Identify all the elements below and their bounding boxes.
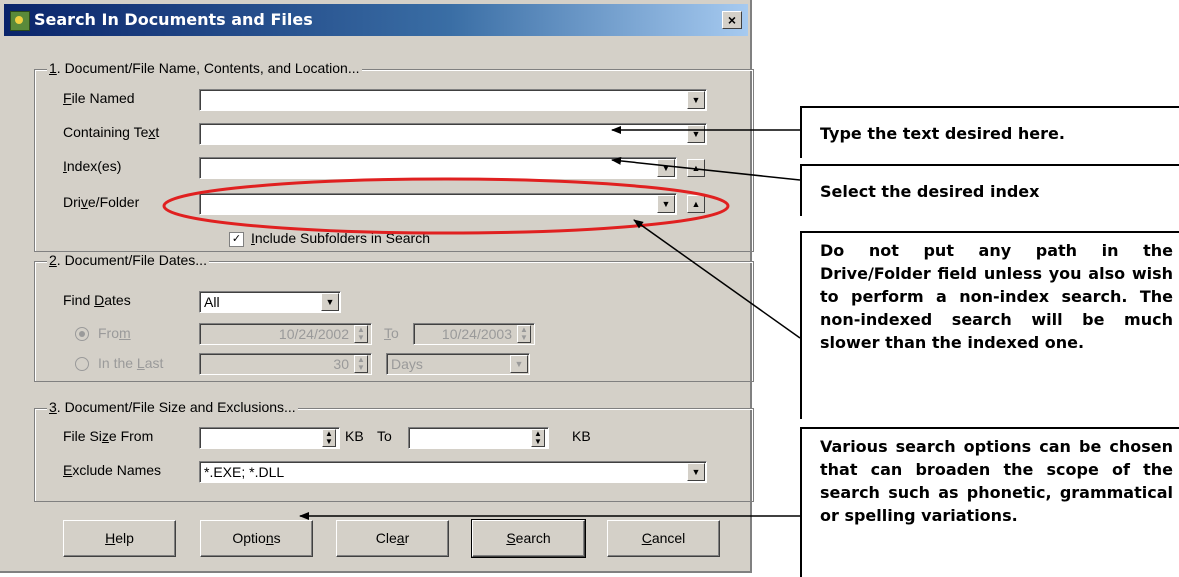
- app-icon: [10, 11, 30, 31]
- in-the-last-spinner[interactable]: ▲ ▼: [354, 355, 368, 373]
- search-button[interactable]: Search: [471, 519, 586, 558]
- in-the-last-label: In the Last: [98, 355, 164, 371]
- clear-button[interactable]: Clear: [336, 520, 449, 557]
- help-button[interactable]: Help: [63, 520, 176, 557]
- annotation-drive-folder: Do not put any path in the Drive/Folder …: [800, 231, 1179, 419]
- drive-folder-input[interactable]: [199, 193, 677, 215]
- group-1-legend: 1. Document/File Name, Contents, and Loc…: [47, 60, 362, 76]
- in-the-last-unit-dropdown-button[interactable]: ▼: [510, 355, 528, 373]
- file-size-from-spinner[interactable]: ▲ ▼: [322, 429, 336, 447]
- file-size-to-input[interactable]: [408, 427, 549, 449]
- cancel-button[interactable]: Cancel: [607, 520, 720, 557]
- search-dialog: Search In Documents and Files × 1. Docum…: [0, 0, 754, 573]
- annotation-select-index: Select the desired index: [800, 164, 1179, 216]
- containing-text-input[interactable]: [199, 123, 707, 145]
- exclude-names-label: Exclude Names: [63, 462, 162, 478]
- in-the-last-radio[interactable]: [75, 357, 89, 371]
- options-button[interactable]: Options: [200, 520, 313, 557]
- find-dates-dropdown-button[interactable]: ▼: [321, 293, 339, 311]
- containing-text-dropdown-button[interactable]: ▼: [687, 125, 705, 143]
- include-subfolders-label: Include Subfolders in Search: [251, 230, 430, 246]
- group-size-exclusions: 3. Document/File Size and Exclusions...: [34, 399, 754, 502]
- file-size-label: File Size From: [63, 428, 154, 444]
- find-dates-select[interactable]: All: [199, 291, 341, 313]
- file-size-to-spinner[interactable]: ▲ ▼: [531, 429, 545, 447]
- kb-unit-label-1: KB: [345, 428, 364, 444]
- file-named-label: File Named: [63, 90, 135, 106]
- from-date-spinner[interactable]: ▲ ▼: [354, 325, 368, 343]
- exclude-names-dropdown-button[interactable]: ▼: [687, 463, 705, 481]
- indexes-input[interactable]: [199, 157, 677, 179]
- containing-text-label: Containing Text: [63, 124, 160, 140]
- file-named-dropdown-button[interactable]: ▼: [687, 91, 705, 109]
- file-size-from-input[interactable]: [199, 427, 340, 449]
- drive-folder-browse-button[interactable]: ▲: [687, 195, 705, 213]
- annotation-options: Various search options can be chosen tha…: [800, 427, 1179, 577]
- drive-folder-label: Drive/Folder: [63, 194, 140, 210]
- from-date-input[interactable]: 10/24/2002: [199, 323, 372, 345]
- from-label: From: [98, 325, 131, 341]
- drive-folder-dropdown-button[interactable]: ▼: [657, 195, 675, 213]
- annotation-type-text: Type the text desired here.: [800, 106, 1179, 158]
- from-radio[interactable]: [75, 327, 89, 341]
- file-size-to-label: To: [377, 428, 392, 444]
- kb-unit-label-2: KB: [572, 428, 591, 444]
- to-date-spinner[interactable]: ▲ ▼: [517, 325, 531, 343]
- close-button[interactable]: ×: [722, 11, 742, 29]
- group-3-legend: 3. Document/File Size and Exclusions...: [47, 399, 298, 415]
- exclude-names-input[interactable]: *.EXE; *.DLL: [199, 461, 707, 483]
- to-label: To: [384, 325, 399, 341]
- indexes-browse-button[interactable]: ▲: [687, 159, 705, 177]
- window-title: Search In Documents and Files: [34, 10, 313, 29]
- indexes-label: Index(es): [63, 158, 122, 174]
- file-named-input[interactable]: [199, 89, 707, 111]
- title-bar[interactable]: Search In Documents and Files ×: [4, 4, 748, 36]
- include-subfolders-checkbox[interactable]: ✓: [229, 232, 244, 247]
- in-the-last-unit-select[interactable]: Days: [386, 353, 530, 375]
- in-the-last-number-input[interactable]: 30: [199, 353, 372, 375]
- group-2-legend: 2. Document/File Dates...: [47, 252, 209, 268]
- indexes-dropdown-button[interactable]: ▼: [657, 159, 675, 177]
- find-dates-label: Find Dates: [63, 292, 131, 308]
